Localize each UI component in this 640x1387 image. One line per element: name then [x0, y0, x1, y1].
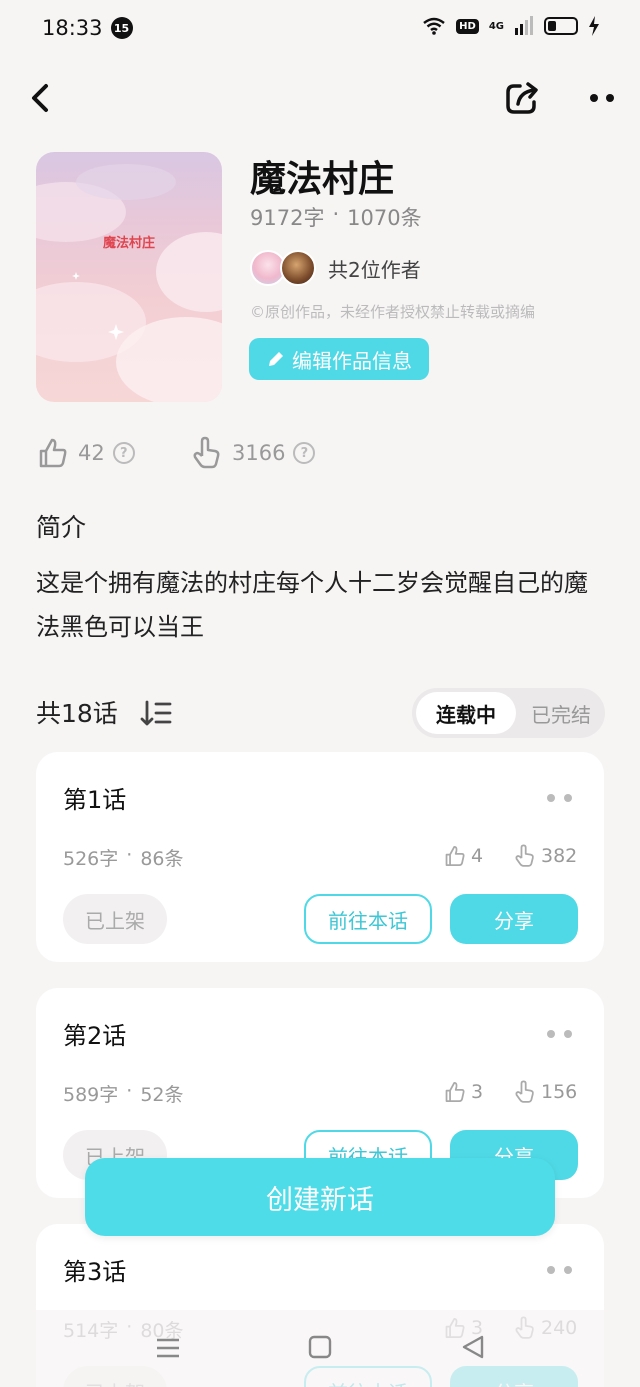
create-episode-button[interactable]: 创建新话	[85, 1158, 555, 1236]
status-time: 18:33	[42, 16, 103, 40]
published-badge: 已上架	[63, 894, 167, 944]
tap-icon	[193, 436, 220, 469]
episode-word-count: 526字	[63, 848, 119, 870]
plays-metric: 3166 ?	[190, 436, 316, 470]
hd-badge: HD	[456, 18, 479, 34]
system-nav-bar	[0, 1310, 640, 1387]
authors-row[interactable]: 共2位作者	[250, 250, 421, 286]
tap-icon	[515, 1080, 534, 1103]
menu-icon[interactable]	[155, 1336, 181, 1360]
battery-icon	[544, 17, 578, 35]
work-title: 魔法村庄	[250, 159, 395, 200]
stats-separator: ·	[332, 202, 340, 226]
toggle-serializing[interactable]: 连载中	[416, 692, 516, 734]
likes-metric: 42 ?	[36, 436, 135, 470]
stats-separator: ·	[126, 844, 133, 866]
episode-likes: 4	[443, 844, 483, 868]
episodes-count: 共18话	[36, 699, 118, 728]
episode-play-count: 382	[541, 845, 578, 867]
episode-entry-count: 52条	[140, 1084, 184, 1106]
copyright-note: ©原创作品，未经作者授权禁止转载或摘编	[250, 303, 536, 321]
more-icon[interactable]	[546, 1028, 574, 1040]
author-avatar[interactable]	[280, 250, 316, 286]
status-bar: 18:33 15 HD 4G	[0, 0, 640, 56]
cover-title: 魔法村庄	[102, 236, 155, 251]
wifi-icon	[423, 17, 445, 35]
status-icons: HD 4G	[422, 16, 600, 36]
share-icon[interactable]	[500, 76, 544, 120]
cover-image: 魔法村庄	[36, 152, 222, 402]
charging-icon	[589, 16, 599, 36]
thumbs-up-icon	[445, 845, 465, 867]
episode-stats: 589字 · 52条	[63, 1080, 184, 1107]
toggle-completed[interactable]: 已完结	[520, 692, 602, 734]
episode-title: 第2话	[63, 1022, 127, 1050]
notification-badge: 15	[110, 17, 133, 39]
episode-like-count: 3	[471, 1081, 484, 1103]
word-count: 9172字	[250, 206, 325, 230]
thumbs-up-icon	[39, 438, 67, 468]
episode-stats: 526字 · 86条	[63, 844, 184, 871]
pencil-icon	[269, 352, 283, 366]
stats-separator: ·	[126, 1080, 133, 1102]
back-icon[interactable]	[22, 78, 62, 118]
entry-count: 1070条	[347, 206, 422, 230]
plays-count: 3166	[232, 441, 286, 465]
tap-icon	[515, 844, 534, 867]
back-triangle-icon[interactable]	[460, 1334, 486, 1360]
help-icon[interactable]: ?	[293, 442, 316, 464]
edit-work-label: 编辑作品信息	[292, 348, 412, 373]
episode-entry-count: 86条	[140, 848, 184, 870]
thumbs-up-icon	[445, 1081, 465, 1103]
episode-title: 第3话	[63, 1258, 127, 1286]
home-icon[interactable]	[308, 1335, 332, 1359]
edit-work-button[interactable]: 编辑作品信息	[249, 338, 429, 380]
share-button[interactable]: 分享	[450, 894, 578, 944]
more-icon[interactable]	[546, 792, 574, 804]
cloud-art	[36, 164, 222, 402]
episode-like-count: 4	[471, 845, 484, 867]
episode-likes: 3	[443, 1080, 483, 1104]
signal-icon	[515, 16, 533, 35]
more-icon[interactable]	[580, 76, 624, 120]
episode-plays: 156	[513, 1080, 577, 1104]
episode-word-count: 589字	[63, 1084, 119, 1106]
top-nav	[0, 70, 640, 126]
network-type: 4G	[488, 20, 504, 32]
episode-title: 第1话	[63, 786, 127, 814]
intro-text: 这是个拥有魔法的村庄每个人十二岁会觉醒自己的魔法黑色可以当王	[36, 569, 588, 641]
episode-card[interactable]: 第1话 526字 · 86条 4 382 已上架 前往本话 分享	[36, 752, 604, 962]
intro-heading: 简介	[36, 513, 87, 542]
episode-play-count: 156	[541, 1081, 578, 1103]
more-icon[interactable]	[546, 1264, 574, 1276]
help-icon[interactable]: ?	[112, 442, 135, 464]
go-to-episode-button[interactable]: 前往本话	[304, 894, 432, 944]
sort-icon[interactable]	[140, 696, 174, 730]
status-toggle[interactable]: 连载中 已完结	[412, 688, 605, 738]
authors-count: 共2位作者	[328, 257, 421, 282]
episode-plays: 382	[513, 844, 577, 868]
likes-count: 42	[78, 441, 105, 465]
work-stats: 9172字 · 1070条	[250, 202, 422, 232]
